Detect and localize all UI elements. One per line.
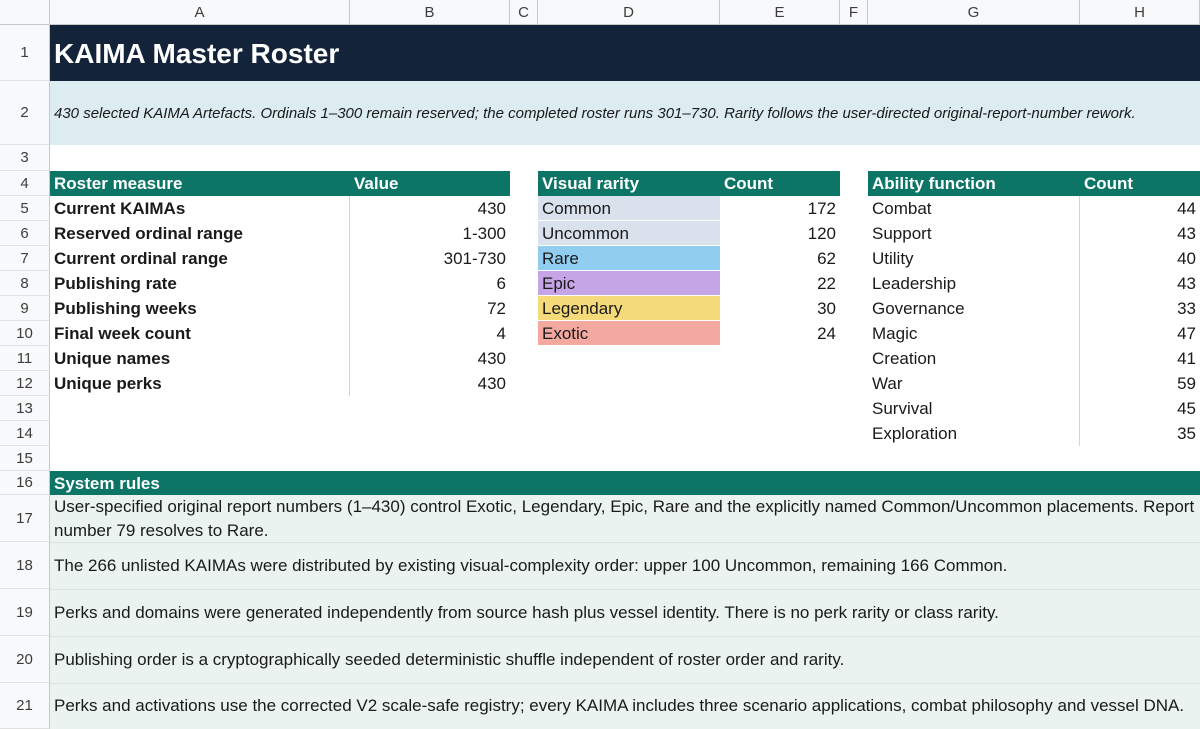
roster-value-cell[interactable]: 1-300 [350, 221, 510, 246]
roster-subtitle[interactable]: 430 selected KAIMA Artefacts. Ordinals 1… [50, 81, 1200, 145]
ability-label-cell[interactable]: Survival [868, 396, 1080, 421]
ability-count-header[interactable]: Count [1080, 171, 1200, 196]
row-header-3[interactable]: 3 [0, 145, 50, 171]
roster-measure-cell[interactable]: Final week count [50, 321, 350, 346]
row-divider [50, 589, 1200, 590]
row-header-21[interactable]: 21 [0, 683, 50, 729]
roster-measure-cell[interactable]: Current ordinal range [50, 246, 350, 271]
roster-measure-header[interactable]: Roster measure [50, 171, 350, 196]
row-header-12[interactable]: 12 [0, 371, 50, 396]
ability-count-cell[interactable]: 43 [1080, 271, 1200, 296]
row-header-13[interactable]: 13 [0, 396, 50, 421]
rarity-label-cell[interactable]: Uncommon [538, 221, 720, 246]
ability-label-cell[interactable]: Utility [868, 246, 1080, 271]
ability-count-cell[interactable]: 35 [1080, 421, 1200, 446]
ability-count-cell[interactable]: 45 [1080, 396, 1200, 421]
rarity-label-cell[interactable]: Rare [538, 246, 720, 271]
column-header-b[interactable]: B [350, 0, 510, 25]
roster-value-cell[interactable]: 4 [350, 321, 510, 346]
roster-value-cell[interactable]: 72 [350, 296, 510, 321]
ability-count-cell[interactable]: 47 [1080, 321, 1200, 346]
roster-value-cell[interactable]: 301-730 [350, 246, 510, 271]
ability-label-cell[interactable]: Creation [868, 346, 1080, 371]
roster-measure-cell[interactable]: Publishing rate [50, 271, 350, 296]
rarity-label-cell[interactable]: Common [538, 196, 720, 221]
column-header-a[interactable]: A [50, 0, 350, 25]
rarity-count-cell[interactable]: 22 [720, 271, 840, 296]
select-all-corner[interactable] [0, 0, 50, 25]
spreadsheet-grid: ABCDEFGH 1 2 3 4 5 6 7 8 9 10 11 12 13 14 15 16 17 18 19 20… [0, 0, 1200, 729]
visual-rarity-header[interactable]: Visual rarity [538, 171, 720, 196]
roster-value-cell[interactable]: 430 [350, 196, 510, 221]
row-header-10[interactable]: 10 [0, 321, 50, 346]
rarity-label-cell[interactable]: Exotic [538, 321, 720, 346]
ability-label-cell[interactable]: Support [868, 221, 1080, 246]
ability-count-cell[interactable]: 40 [1080, 246, 1200, 271]
rarity-count-cell[interactable]: 62 [720, 246, 840, 271]
row-header-6[interactable]: 6 [0, 221, 50, 246]
column-header-d[interactable]: D [538, 0, 720, 25]
ability-label-cell[interactable]: Magic [868, 321, 1080, 346]
row-header-9[interactable]: 9 [0, 296, 50, 321]
system-rules-header[interactable]: System rules [50, 471, 1200, 495]
roster-value-header[interactable]: Value [350, 171, 510, 196]
column-header-g[interactable]: G [868, 0, 1080, 25]
system-rule-cell[interactable]: Publishing order is a cryptographically … [50, 636, 1200, 683]
row-header-2[interactable]: 2 [0, 81, 50, 145]
system-rule-cell[interactable]: Perks and activations use the corrected … [50, 683, 1200, 729]
row-header-8[interactable]: 8 [0, 271, 50, 296]
roster-value-cell[interactable]: 6 [350, 271, 510, 296]
system-rule-cell[interactable]: User-specified original report numbers (… [50, 495, 1200, 542]
rarity-count-cell[interactable]: 172 [720, 196, 840, 221]
roster-title[interactable]: KAIMA Master Roster [50, 25, 1200, 81]
system-rule-cell[interactable]: Perks and domains were generated indepen… [50, 589, 1200, 636]
row-header-17[interactable]: 17 [0, 495, 50, 542]
ability-count-cell[interactable]: 59 [1080, 371, 1200, 396]
roster-measure-cell[interactable]: Unique perks [50, 371, 350, 396]
rarity-count-header[interactable]: Count [720, 171, 840, 196]
rarity-label-cell[interactable]: Epic [538, 271, 720, 296]
column-header-e[interactable]: E [720, 0, 840, 25]
ability-label-cell[interactable]: Exploration [868, 421, 1080, 446]
roster-measure-cell[interactable]: Reserved ordinal range [50, 221, 350, 246]
ability-function-header[interactable]: Ability function [868, 171, 1080, 196]
ability-label-cell[interactable]: War [868, 371, 1080, 396]
row-header-7[interactable]: 7 [0, 246, 50, 271]
system-rule-cell[interactable]: The 266 unlisted KAIMAs were distributed… [50, 542, 1200, 589]
row-header-19[interactable]: 19 [0, 589, 50, 636]
roster-value-cell[interactable]: 430 [350, 346, 510, 371]
row-divider [50, 636, 1200, 637]
roster-measure-cell[interactable]: Publishing weeks [50, 296, 350, 321]
column-header-f[interactable]: F [840, 0, 868, 25]
ability-label-cell[interactable]: Leadership [868, 271, 1080, 296]
column-header-c[interactable]: C [510, 0, 538, 25]
ability-label-cell[interactable]: Combat [868, 196, 1080, 221]
ability-count-cell[interactable]: 43 [1080, 221, 1200, 246]
row-divider [50, 683, 1200, 684]
rarity-count-cell[interactable]: 24 [720, 321, 840, 346]
roster-measure-cell[interactable]: Unique names [50, 346, 350, 371]
row-divider [50, 542, 1200, 543]
ability-count-cell[interactable]: 44 [1080, 196, 1200, 221]
row-header-14[interactable]: 14 [0, 421, 50, 446]
row-header-5[interactable]: 5 [0, 196, 50, 221]
ability-label-cell[interactable]: Governance [868, 296, 1080, 321]
column-header-h[interactable]: H [1080, 0, 1200, 25]
ability-count-cell[interactable]: 33 [1080, 296, 1200, 321]
row-header-11[interactable]: 11 [0, 346, 50, 371]
row-header-4[interactable]: 4 [0, 171, 50, 196]
roster-measure-cell[interactable]: Current KAIMAs [50, 196, 350, 221]
ability-count-cell[interactable]: 41 [1080, 346, 1200, 371]
row-header-20[interactable]: 20 [0, 636, 50, 683]
row-header-16[interactable]: 16 [0, 471, 50, 495]
row-header-18[interactable]: 18 [0, 542, 50, 589]
rarity-count-cell[interactable]: 120 [720, 221, 840, 246]
rarity-label-cell[interactable]: Legendary [538, 296, 720, 321]
row-header-1[interactable]: 1 [0, 25, 50, 81]
rarity-count-cell[interactable]: 30 [720, 296, 840, 321]
row-header-15[interactable]: 15 [0, 446, 50, 471]
roster-value-cell[interactable]: 430 [350, 371, 510, 396]
